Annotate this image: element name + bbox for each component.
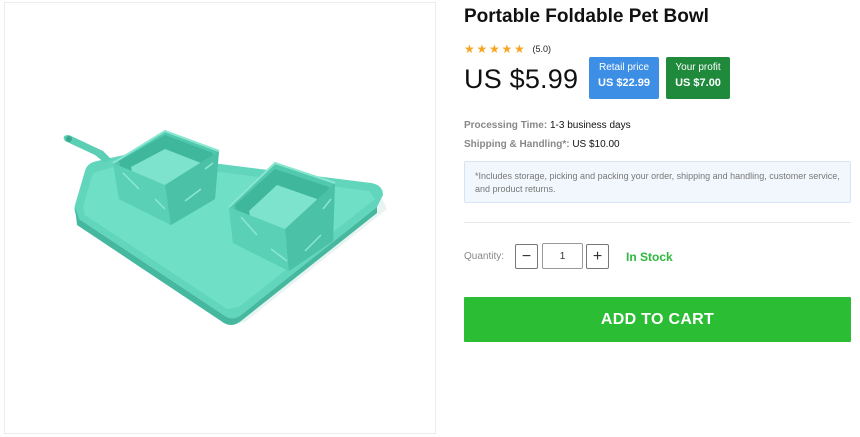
product-title: Portable Foldable Pet Bowl <box>464 6 709 27</box>
quantity-decrease-button[interactable]: − <box>515 244 538 269</box>
star-icon: ★ <box>501 42 513 56</box>
star-icon: ★ <box>489 42 500 56</box>
profit-value: US $7.00 <box>675 77 721 89</box>
plus-icon: + <box>592 247 603 265</box>
shipping-value: US $10.00 <box>572 139 620 150</box>
quantity-label: Quantity: <box>464 251 505 262</box>
shipping-handling: Shipping & Handling*: US $10.00 <box>464 139 620 150</box>
rating-stars: ★ ★ ★ ★ ★ <box>464 43 527 55</box>
minus-icon: − <box>521 247 532 265</box>
star-icon: ★ <box>464 42 475 56</box>
processing-time: Processing Time: 1-3 business days <box>464 120 631 131</box>
shipping-note: *Includes storage, picking and packing y… <box>464 161 851 203</box>
profit-label: Your profit <box>675 62 721 73</box>
product-image-panel[interactable] <box>4 2 436 434</box>
processing-time-label: Processing Time: <box>464 120 548 131</box>
shipping-label: Shipping & Handling*: <box>464 139 570 150</box>
divider <box>464 222 851 223</box>
product-rating[interactable]: ★ ★ ★ ★ ★ (5.0) <box>464 43 551 55</box>
product-image <box>63 129 387 325</box>
stock-status: In Stock <box>626 250 673 264</box>
quantity-input[interactable] <box>542 243 583 269</box>
retail-price-label: Retail price <box>598 62 650 73</box>
profit-badge: Your profit US $7.00 <box>666 57 730 99</box>
quantity-increase-button[interactable]: + <box>586 244 609 269</box>
star-icon: ★ <box>476 42 488 56</box>
retail-price-value: US $22.99 <box>598 77 650 89</box>
processing-time-value: 1-3 business days <box>549 120 631 131</box>
rating-value: (5.0) <box>532 44 552 54</box>
add-to-cart-button[interactable]: ADD TO CART <box>464 297 851 342</box>
product-price: US $5.99 <box>464 64 579 94</box>
star-icon: ★ <box>514 42 525 56</box>
retail-price-badge: Retail price US $22.99 <box>589 57 659 99</box>
